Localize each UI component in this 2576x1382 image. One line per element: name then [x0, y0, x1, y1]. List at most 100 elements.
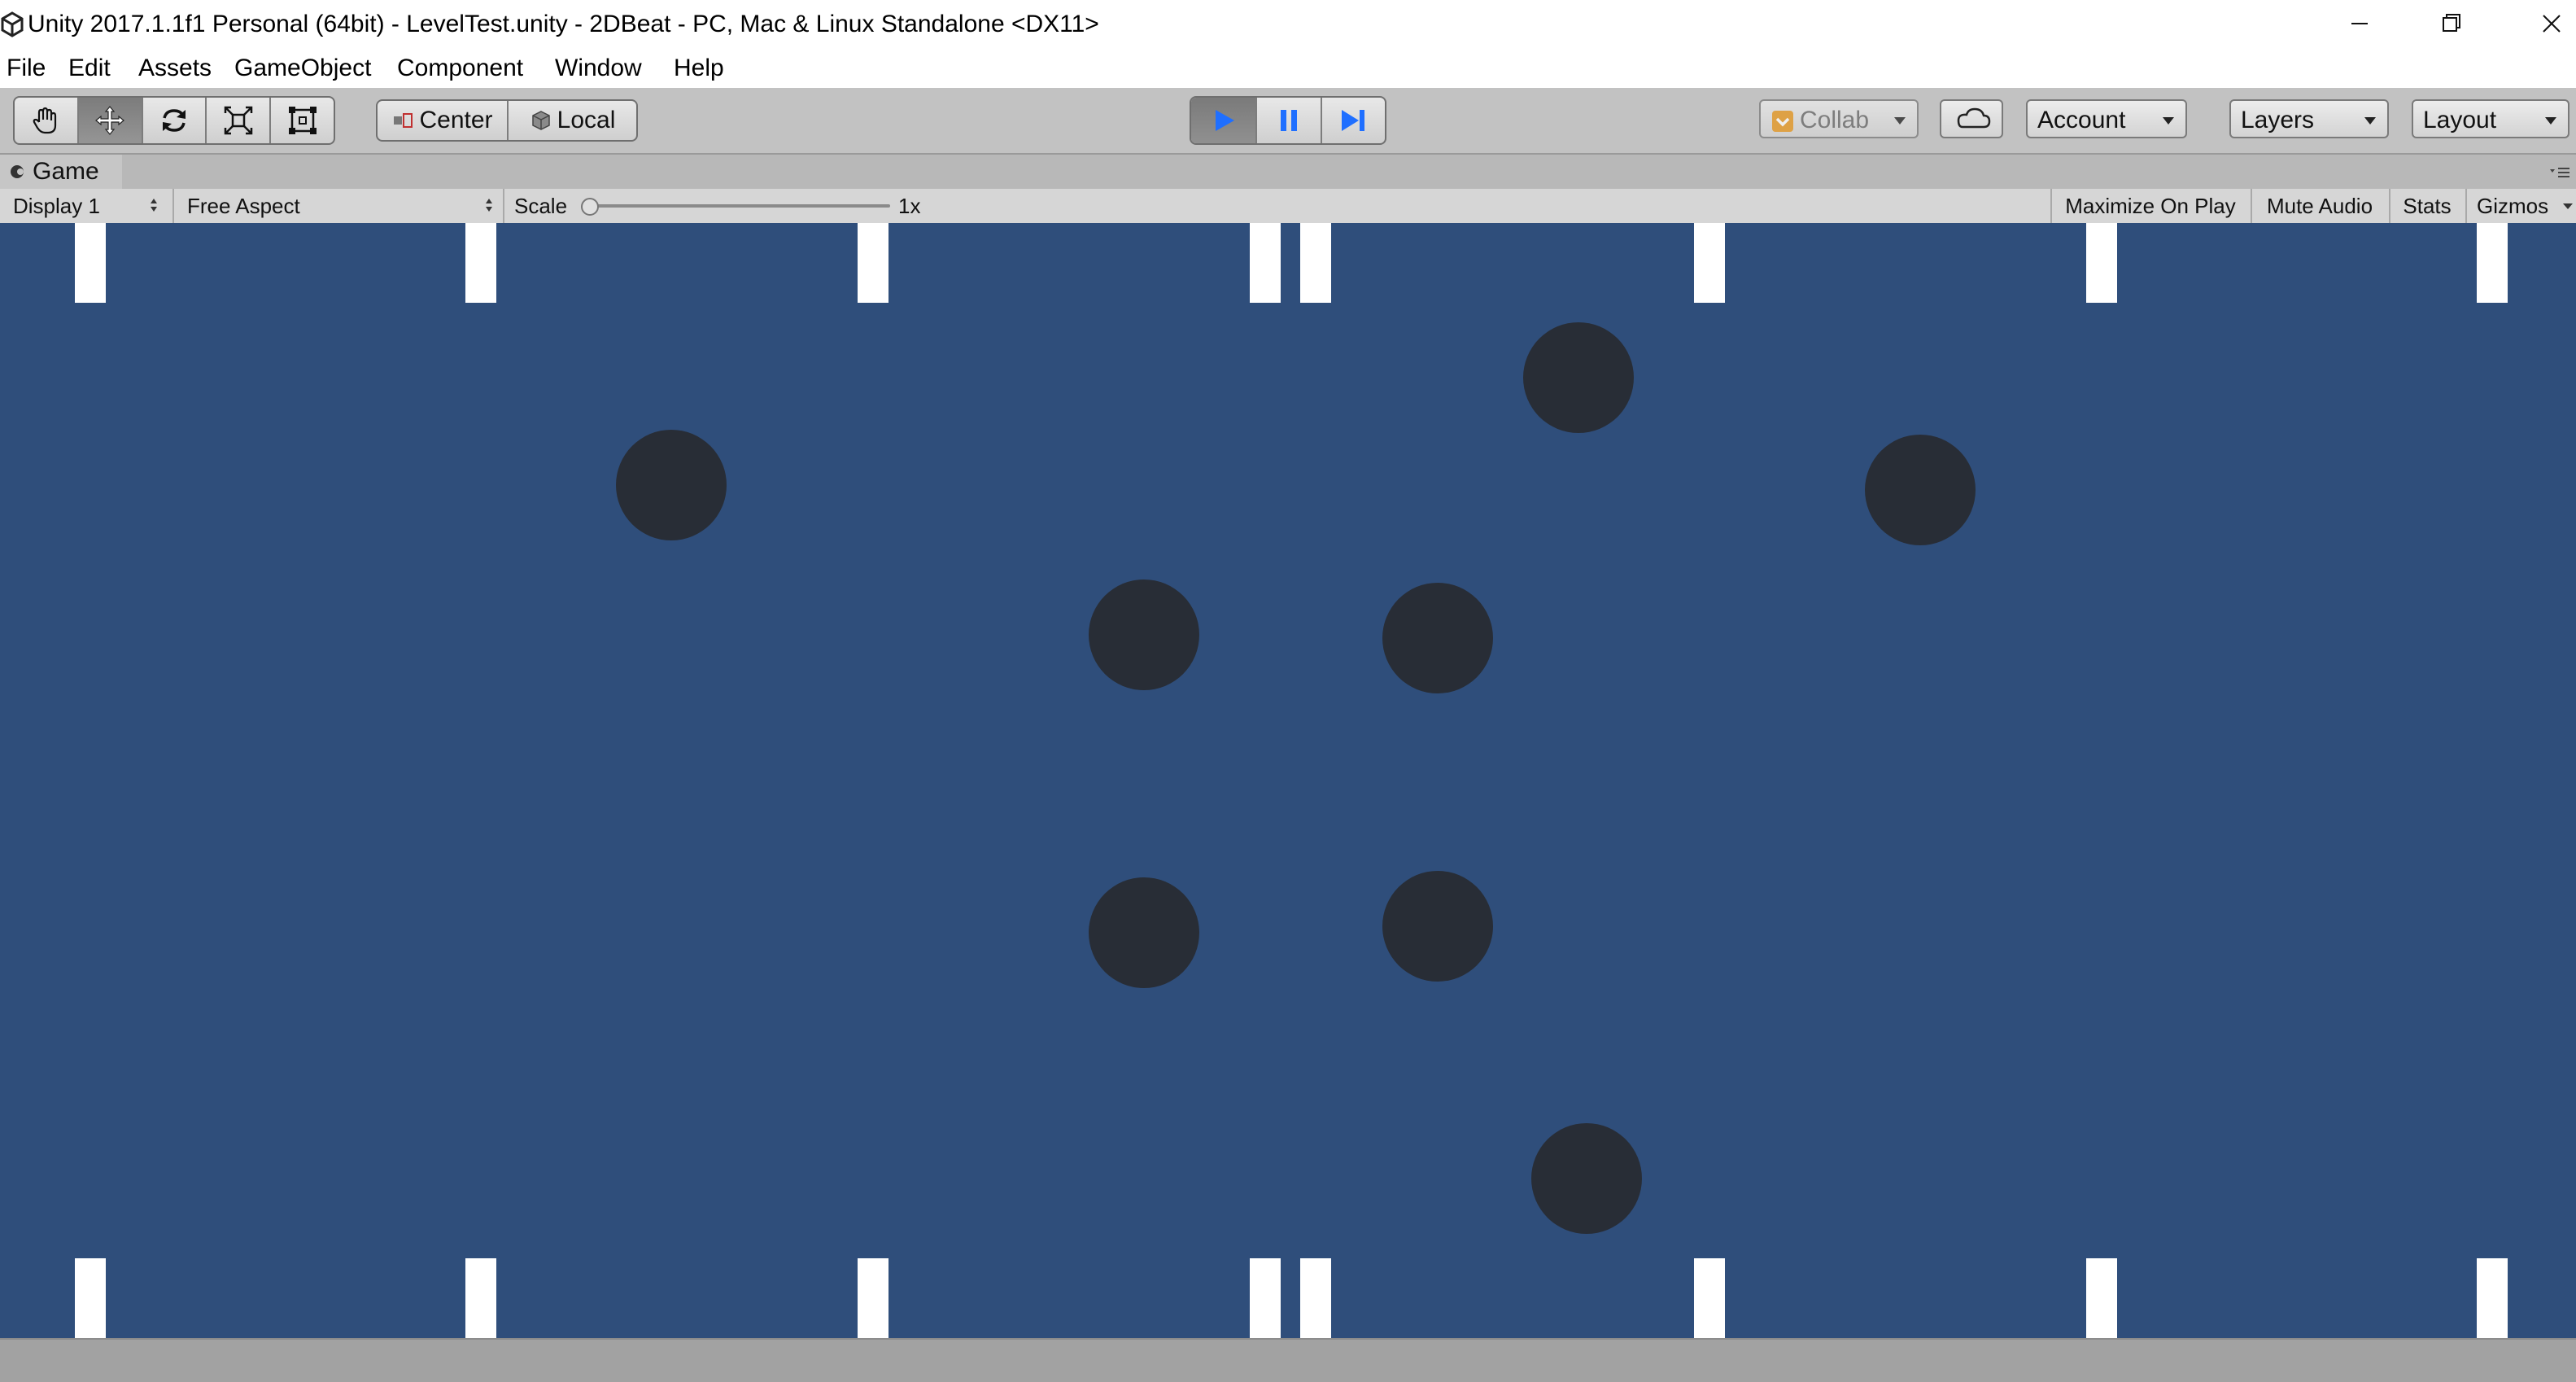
pivot-center-icon — [394, 113, 413, 128]
transform-tools — [13, 96, 335, 145]
menu-gameobject[interactable]: GameObject — [233, 54, 373, 83]
layers-label: Layers — [2241, 107, 2315, 133]
pause-button[interactable] — [1257, 98, 1322, 143]
lane-marker — [1250, 1258, 1281, 1338]
tab-menu-icon[interactable] — [2548, 164, 2571, 181]
minimize-button[interactable] — [2309, 0, 2404, 50]
game-scene — [75, 223, 2508, 1338]
scale-tool-button[interactable] — [207, 98, 272, 143]
lane-marker — [75, 1258, 106, 1338]
move-icon — [95, 106, 125, 135]
updown-icon — [486, 199, 492, 212]
play-icon — [1215, 110, 1234, 131]
mute-audio-toggle[interactable]: Mute Audio — [2251, 189, 2387, 223]
account-label: Account — [2037, 107, 2126, 133]
rotate-tool-button[interactable] — [143, 98, 207, 143]
play-button[interactable] — [1191, 98, 1258, 143]
menu-edit[interactable]: Edit — [67, 54, 112, 83]
pivot-center-label: Center — [419, 107, 493, 133]
main-toolbar: Center Local Collab Account Layers Layou… — [0, 88, 2576, 155]
menu-assets[interactable]: Assets — [137, 54, 213, 83]
layout-label: Layout — [2423, 107, 2497, 133]
circles — [616, 322, 1976, 1234]
updown-icon — [151, 199, 157, 212]
lane-marker — [1250, 223, 1281, 303]
pause-icon — [1281, 110, 1297, 131]
display-select-label: Display 1 — [13, 194, 100, 218]
collab-dropdown[interactable]: Collab — [1759, 99, 1919, 138]
account-dropdown[interactable]: Account — [2026, 99, 2187, 138]
chevron-down-icon — [2163, 117, 2174, 125]
title-bar: Unity 2017.1.1f1 Personal (64bit) - Leve… — [0, 0, 2576, 50]
cloud-button[interactable] — [1940, 99, 2003, 138]
lane-marker — [1300, 1258, 1331, 1338]
circle-object — [1382, 583, 1493, 693]
rect-tool-icon — [288, 107, 317, 134]
restore-button[interactable] — [2404, 0, 2498, 50]
step-button[interactable] — [1322, 98, 1385, 143]
pivot-center-button[interactable]: Center — [378, 101, 509, 140]
gizmos-dropdown[interactable]: Gizmos — [2465, 189, 2576, 223]
menu-component[interactable]: Component — [395, 54, 525, 83]
scale-slider-thumb[interactable] — [581, 198, 599, 216]
menu-bar: File Edit Assets GameObject Component Wi… — [0, 50, 2576, 90]
lane-marker — [465, 223, 496, 303]
close-button[interactable] — [2495, 0, 2576, 50]
lane-marker — [75, 223, 106, 303]
window-title: Unity 2017.1.1f1 Personal (64bit) - Leve… — [28, 11, 1099, 37]
tab-game[interactable]: Game — [0, 155, 122, 189]
game-view-icon — [11, 165, 24, 178]
lane-marker — [2086, 223, 2117, 303]
chevron-down-icon — [2545, 117, 2556, 125]
tab-game-label: Game — [33, 158, 99, 185]
lane-marker — [2477, 223, 2508, 303]
layers-dropdown[interactable]: Layers — [2229, 99, 2389, 138]
close-icon — [2543, 15, 2561, 33]
scale-slider[interactable] — [579, 189, 890, 223]
aspect-select[interactable]: Free Aspect — [172, 189, 501, 223]
minimize-icon — [2351, 23, 2368, 24]
circle-object — [1382, 871, 1493, 982]
lane-marker — [858, 1258, 889, 1338]
layout-dropdown[interactable]: Layout — [2412, 99, 2569, 138]
circle-object — [1865, 435, 1976, 545]
playback-controls — [1190, 96, 1386, 145]
lane-marker — [1694, 1258, 1725, 1338]
circle-object — [1089, 877, 1199, 988]
game-view-controls: Display 1 Free Aspect Scale 1x Maximize … — [0, 189, 2576, 225]
rotate-icon — [162, 109, 186, 132]
restore-icon — [2443, 14, 2460, 32]
pivot-local-button[interactable]: Local — [509, 101, 636, 140]
top-lane-markers — [75, 223, 2508, 303]
chevron-down-icon — [2364, 117, 2376, 125]
maximize-on-play-toggle[interactable]: Maximize On Play — [2050, 189, 2249, 223]
bottom-lane-markers — [75, 1258, 2508, 1338]
game-viewport[interactable] — [0, 223, 2576, 1338]
stats-toggle[interactable]: Stats — [2389, 189, 2464, 223]
hand-tool-button[interactable] — [15, 98, 79, 143]
menu-file[interactable]: File — [5, 54, 47, 83]
unity-logo-icon — [1, 11, 24, 37]
menu-window[interactable]: Window — [553, 54, 644, 83]
lane-marker — [2477, 1258, 2508, 1338]
scale-slider-track — [587, 204, 890, 208]
circle-object — [616, 430, 727, 540]
scale-icon — [224, 106, 253, 135]
collab-label: Collab — [1800, 107, 1870, 133]
step-icon — [1342, 110, 1365, 131]
status-bar — [0, 1338, 2576, 1382]
circle-object — [1523, 322, 1634, 433]
chevron-down-icon — [2563, 203, 2573, 209]
menu-help[interactable]: Help — [672, 54, 726, 83]
game-tab-strip: Game — [0, 155, 2576, 189]
circle-object — [1089, 579, 1199, 690]
display-select[interactable]: Display 1 — [0, 189, 166, 223]
pivot-toggles: Center Local — [376, 99, 638, 142]
rect-tool-button[interactable] — [271, 98, 334, 143]
move-tool-button[interactable] — [78, 98, 143, 143]
lane-marker — [465, 1258, 496, 1338]
lane-marker — [1300, 223, 1331, 303]
pivot-local-label: Local — [557, 107, 616, 133]
cloud-icon — [1957, 107, 1991, 129]
lane-marker — [2086, 1258, 2117, 1338]
